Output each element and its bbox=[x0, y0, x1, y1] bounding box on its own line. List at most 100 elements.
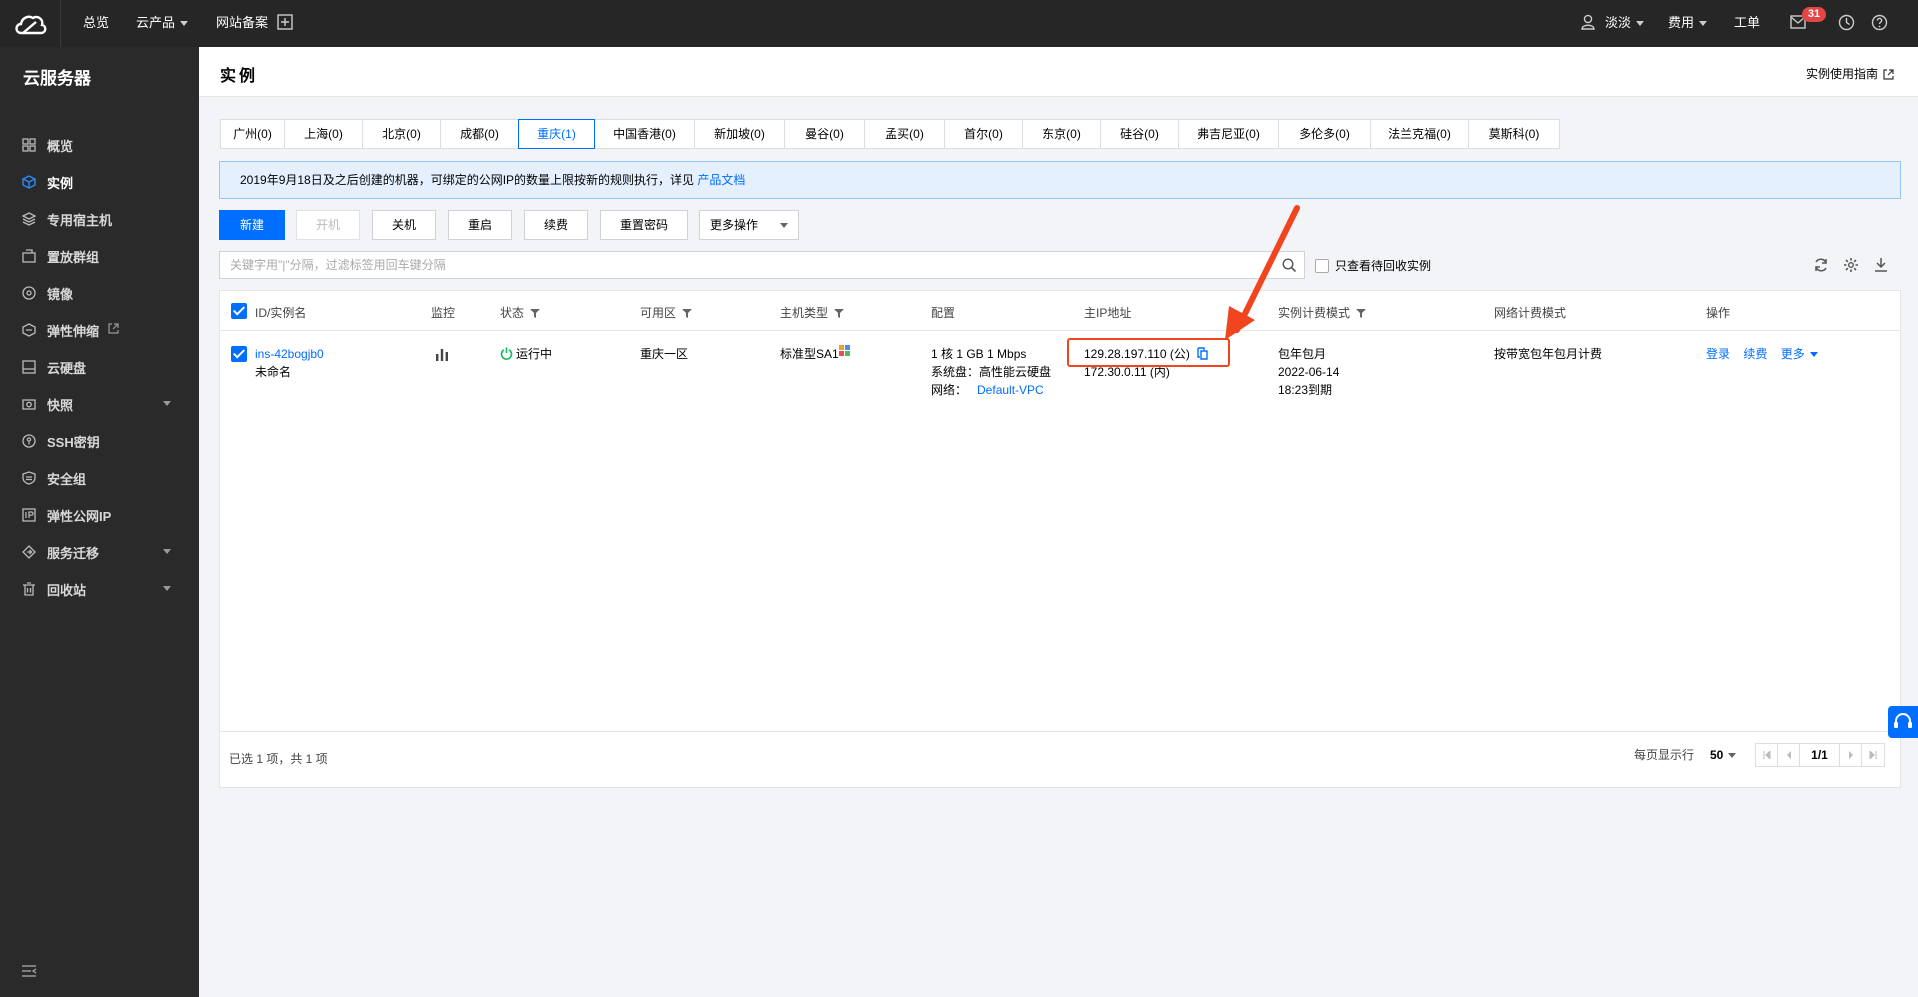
col-id: ID/实例名 bbox=[255, 306, 307, 320]
stop-button[interactable]: 关机 bbox=[372, 210, 436, 240]
disc-icon bbox=[22, 286, 36, 300]
sidebar-item-item-0[interactable]: 概览 bbox=[0, 126, 199, 163]
filter-icon[interactable] bbox=[834, 308, 845, 318]
config-disk: 系统盘：高性能云硬盘 bbox=[931, 365, 1052, 379]
search-input[interactable] bbox=[220, 252, 1270, 278]
nav-overview[interactable]: 总览 bbox=[83, 0, 109, 47]
recycle-only-checkbox[interactable]: 只查看待回收实例 bbox=[1315, 257, 1431, 274]
filter-icon[interactable] bbox=[1356, 308, 1367, 318]
region-tab[interactable]: 硅谷(0) bbox=[1101, 120, 1179, 148]
sidebar-item-item-9[interactable]: 安全组 bbox=[0, 459, 199, 496]
region-tab[interactable]: 莫斯科(0) bbox=[1469, 120, 1559, 148]
region-tab[interactable]: 中国香港(0) bbox=[595, 120, 695, 148]
sidebar-item-item-6[interactable]: 云硬盘 bbox=[0, 348, 199, 385]
trash-icon bbox=[23, 582, 35, 596]
sidebar-item-ssh[interactable]: SSH密钥 bbox=[0, 422, 199, 459]
config-cell: 1 核 1 GB 1 Mbps 系统盘：高性能云硬盘 网络： Default-VP… bbox=[931, 345, 1051, 399]
user-name: 淡淡 bbox=[1605, 15, 1632, 30]
instance-id-link[interactable]: ins-42bogjb0 bbox=[255, 345, 324, 363]
region-tab[interactable]: 曼谷(0) bbox=[785, 120, 865, 148]
col-status: 状态 bbox=[500, 304, 541, 321]
collapse-sidebar-icon[interactable] bbox=[21, 964, 37, 978]
sidebar-item-label: 快照 bbox=[47, 398, 74, 413]
prev-page-button[interactable] bbox=[1778, 744, 1800, 766]
refresh-icon[interactable] bbox=[1813, 257, 1829, 273]
sidebar-item-item-1[interactable]: 实例 bbox=[0, 163, 199, 200]
selection-summary: 已选 1 项，共 1 项 bbox=[229, 752, 328, 766]
filter-icon[interactable] bbox=[530, 308, 541, 318]
col-billing-label: 实例计费模式 bbox=[1278, 306, 1351, 320]
sidebar-item-item-7[interactable]: 快照 bbox=[0, 385, 199, 422]
region-tab[interactable]: 东京(0) bbox=[1023, 120, 1101, 148]
type-cell: 标准型SA1 bbox=[780, 345, 851, 363]
vpc-link[interactable]: Default-VPC bbox=[977, 383, 1044, 397]
add-shortcut-icon[interactable] bbox=[277, 14, 293, 30]
region-tab[interactable]: 法兰克福(0) bbox=[1371, 120, 1469, 148]
region-tab[interactable]: 首尔(0) bbox=[945, 120, 1023, 148]
region-tab[interactable]: 重庆(1) bbox=[518, 119, 595, 149]
restart-button[interactable]: 重启 bbox=[448, 210, 512, 240]
scale-icon bbox=[22, 323, 36, 337]
region-tab[interactable]: 新加坡(0) bbox=[695, 120, 785, 148]
expire-date: 2022-06-14 bbox=[1278, 365, 1340, 379]
row-checkbox[interactable] bbox=[231, 346, 247, 362]
region-tab[interactable]: 成都(0) bbox=[441, 120, 519, 148]
col-type: 主机类型 bbox=[780, 304, 845, 321]
sidebar-item-item-11[interactable]: 服务迁移 bbox=[0, 533, 199, 570]
search-icon[interactable] bbox=[1282, 258, 1297, 273]
renew-button[interactable]: 续费 bbox=[524, 210, 588, 240]
region-tab[interactable]: 孟买(0) bbox=[865, 120, 945, 148]
select-all-checkbox[interactable] bbox=[231, 303, 247, 319]
migrate-icon bbox=[22, 545, 36, 559]
settings-icon[interactable] bbox=[1843, 257, 1859, 273]
renew-link[interactable]: 续费 bbox=[1743, 347, 1767, 361]
ticket-link[interactable]: 工单 bbox=[1734, 0, 1760, 47]
clock-icon[interactable] bbox=[1838, 14, 1855, 31]
more-ops-dropdown[interactable]: 更多 bbox=[1781, 347, 1818, 361]
guide-link[interactable]: 实例使用指南 bbox=[1806, 65, 1894, 82]
sidebar-item-item-4[interactable]: 镜像 bbox=[0, 274, 199, 311]
user-icon[interactable] bbox=[1580, 13, 1598, 31]
cloud-logo-icon[interactable] bbox=[12, 9, 48, 39]
first-page-button[interactable] bbox=[1756, 744, 1778, 766]
sidebar-item-item-3[interactable]: 置放群组 bbox=[0, 237, 199, 274]
region-tab[interactable]: 广州(0) bbox=[221, 120, 285, 148]
user-menu[interactable]: 淡淡 bbox=[1605, 0, 1645, 47]
login-link[interactable]: 登录 bbox=[1706, 347, 1730, 361]
bar-chart-icon[interactable] bbox=[435, 347, 449, 361]
sidebar-item-item-2[interactable]: 专用宿主机 bbox=[0, 200, 199, 237]
chevron-down-icon bbox=[1728, 753, 1737, 759]
highlight-box bbox=[1067, 338, 1230, 367]
cube-icon bbox=[22, 175, 36, 189]
next-page-icon bbox=[1848, 751, 1853, 759]
fees-menu[interactable]: 费用 bbox=[1668, 0, 1708, 47]
nav-icp[interactable]: 网站备案 bbox=[216, 0, 268, 47]
reset-password-button[interactable]: 重置密码 bbox=[600, 210, 688, 240]
page-size-select[interactable]: 50 bbox=[1710, 746, 1737, 764]
download-icon[interactable] bbox=[1873, 257, 1889, 273]
more-actions-dropdown[interactable]: 更多操作 bbox=[699, 210, 799, 240]
sidebar-item-ip[interactable]: 弹性公网IP bbox=[0, 496, 199, 533]
sidebar-item-label: 服务迁移 bbox=[47, 546, 100, 561]
nav-products[interactable]: 云产品 bbox=[136, 0, 189, 47]
region-tab[interactable]: 北京(0) bbox=[363, 120, 441, 148]
sidebar-item-item-5[interactable]: 弹性伸缩 bbox=[0, 311, 199, 348]
region-tab[interactable]: 多伦多(0) bbox=[1279, 120, 1371, 148]
last-page-button[interactable] bbox=[1862, 744, 1884, 766]
support-button[interactable] bbox=[1888, 706, 1918, 738]
region-tab[interactable]: 弗吉尼亚(0) bbox=[1179, 120, 1279, 148]
region-tab[interactable]: 上海(0) bbox=[285, 120, 363, 148]
sidebar-item-item-12[interactable]: 回收站 bbox=[0, 570, 199, 607]
new-button[interactable]: 新建 bbox=[219, 210, 285, 240]
col-monitor: 监控 bbox=[431, 306, 456, 320]
table-footer: 已选 1 项，共 1 项 每页显示行 50 bbox=[220, 731, 1900, 787]
config-network: 网络： Default-VPC bbox=[931, 381, 1051, 399]
next-page-button[interactable] bbox=[1840, 744, 1862, 766]
notice-doc-link[interactable]: 产品文档 bbox=[697, 173, 745, 187]
filter-icon[interactable] bbox=[682, 308, 693, 318]
start-button[interactable]: 开机 bbox=[296, 210, 360, 240]
prev-page-icon bbox=[1786, 751, 1791, 759]
camera-icon bbox=[22, 399, 36, 410]
help-icon[interactable] bbox=[1871, 14, 1888, 31]
page-size-value: 50 bbox=[1710, 748, 1724, 762]
